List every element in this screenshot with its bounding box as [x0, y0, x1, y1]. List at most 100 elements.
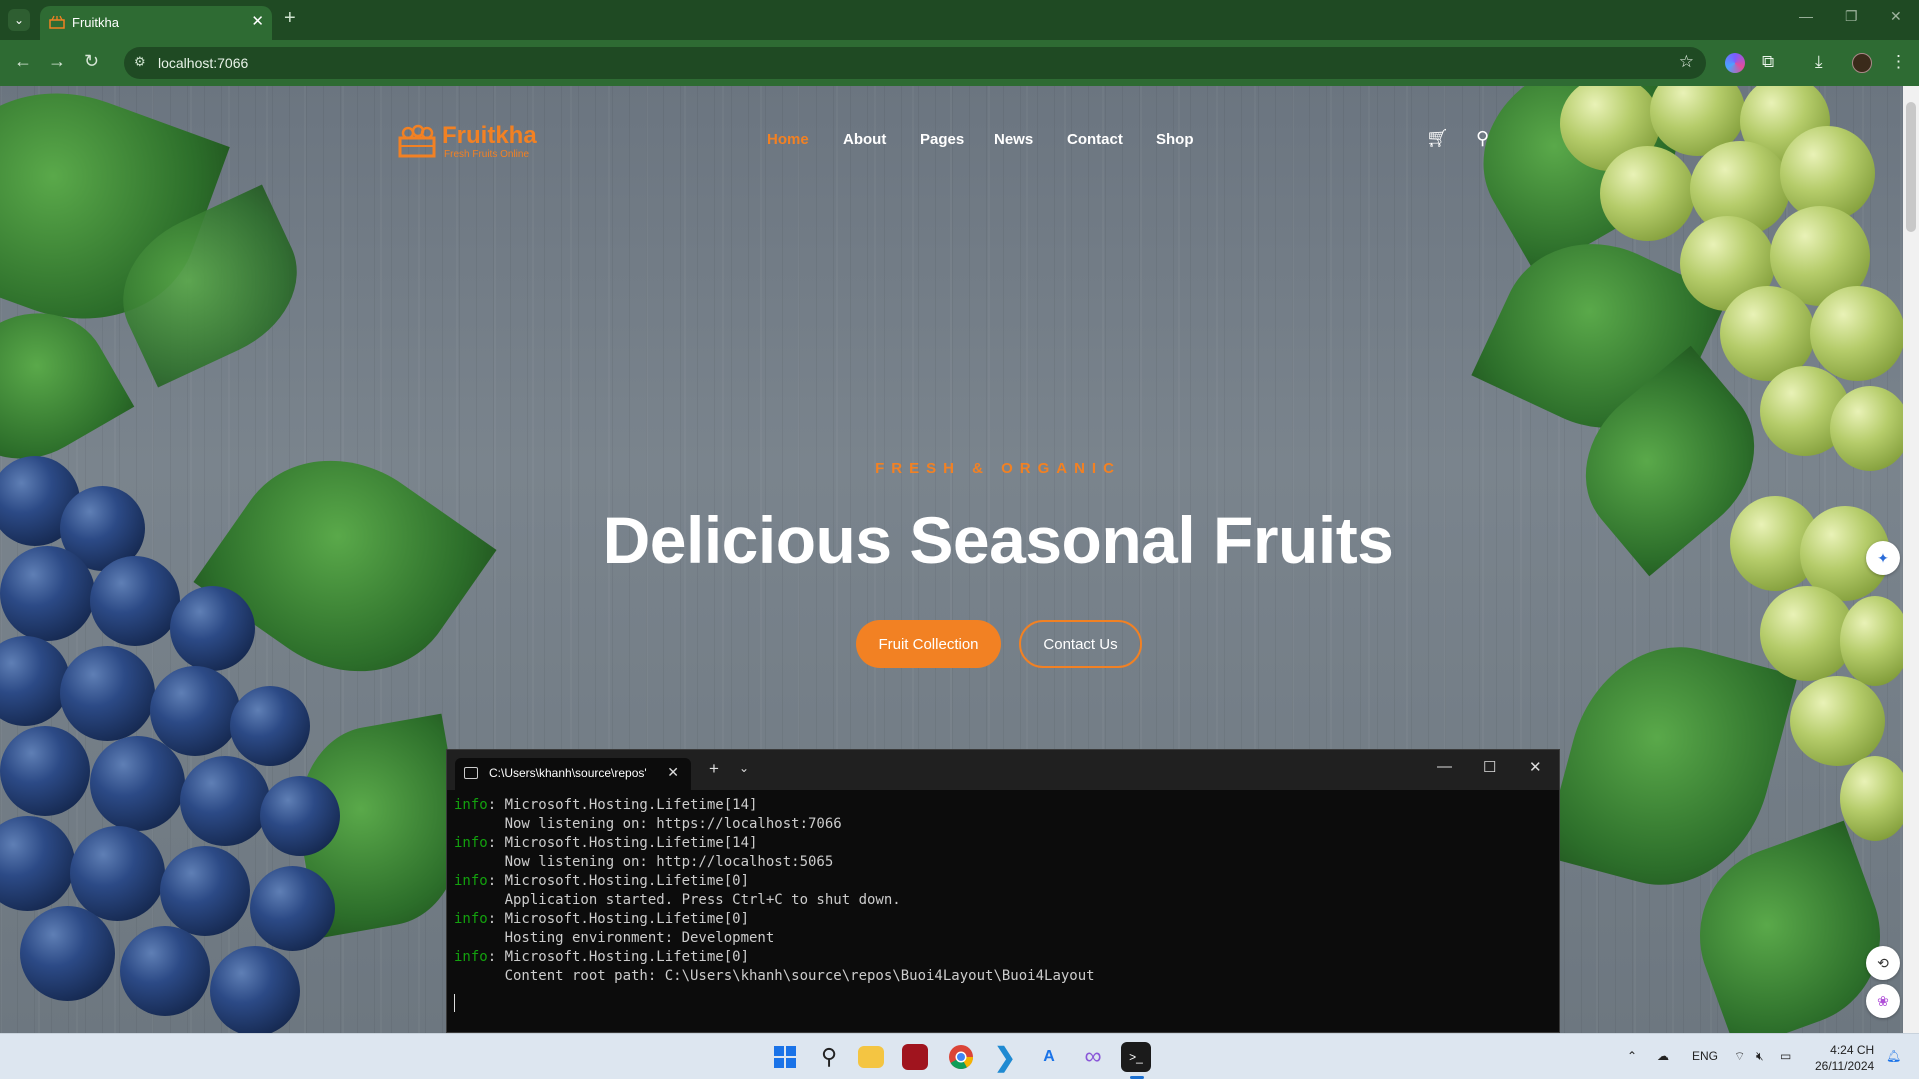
grape-decoration	[260, 776, 340, 856]
grape-decoration	[0, 816, 75, 911]
grape-decoration	[1600, 146, 1695, 241]
bookmark-star-icon[interactable]: ☆	[1679, 52, 1694, 72]
grape-decoration	[250, 866, 335, 951]
grape-decoration	[60, 646, 155, 741]
system-clock[interactable]: 4:24 CH 26/11/2024	[1815, 1042, 1874, 1074]
tab-title: Fruitkha	[72, 15, 119, 30]
menu-dots-icon[interactable]: ⋮	[1890, 52, 1907, 72]
terminal-title-bar: C:\Users\khanh\source\repos' ✕ + ⌄ — ☐ ✕	[447, 750, 1559, 790]
site-info-icon[interactable]: ⚙	[134, 54, 146, 70]
clock-date: 26/11/2024	[1815, 1059, 1875, 1073]
nav-pages[interactable]: Pages	[920, 131, 964, 148]
close-window-icon[interactable]: ✕	[1529, 758, 1542, 776]
fruit-collection-button[interactable]: Fruit Collection	[856, 620, 1001, 668]
profile-avatar[interactable]	[1852, 53, 1872, 73]
language-indicator[interactable]: ENG	[1692, 1049, 1718, 1063]
grape-decoration	[1840, 756, 1903, 841]
grape-decoration	[230, 686, 310, 766]
close-icon[interactable]: ✕	[667, 764, 679, 781]
terminal-window: C:\Users\khanh\source\repos' ✕ + ⌄ — ☐ ✕…	[446, 749, 1560, 1033]
site-logo[interactable]: Fruitkha Fresh Fruits Online	[398, 122, 543, 162]
browser-tab-bar: ⌄ Fruitkha ✕ + — ❐ ✕	[0, 0, 1919, 40]
tab-search-icon[interactable]: ⌄	[8, 9, 30, 31]
grape-decoration	[70, 826, 165, 921]
nav-shop[interactable]: Shop	[1156, 131, 1194, 148]
nav-news[interactable]: News	[994, 131, 1033, 148]
vscode-icon[interactable]: ❯	[990, 1042, 1020, 1072]
grape-decoration	[160, 846, 250, 936]
terminal-line: Application started. Press Ctrl+C to shu…	[454, 892, 901, 908]
minimize-icon[interactable]: —	[1437, 758, 1452, 775]
terminal-output[interactable]: info: Microsoft.Hosting.Lifetime[14] Now…	[454, 796, 1095, 1013]
terminal-line: info: Microsoft.Hosting.Lifetime[0]	[454, 911, 750, 927]
forward-arrow-icon[interactable]: →	[48, 51, 66, 72]
terminal-line: info: Microsoft.Hosting.Lifetime[14]	[454, 835, 758, 851]
close-window-icon[interactable]: ✕	[1890, 8, 1902, 25]
logo-name: Fruitkha	[442, 122, 537, 149]
grape-decoration	[1840, 596, 1903, 686]
terminal-line: Content root path: C:\Users\khanh\source…	[454, 968, 1095, 984]
page-scroll-thumb[interactable]	[1906, 102, 1916, 232]
search-icon[interactable]: ⚲	[814, 1042, 844, 1072]
extension-puzzle-icon[interactable]: ⧉	[1762, 52, 1774, 72]
grape-decoration	[1830, 386, 1903, 471]
grape-decoration	[90, 736, 185, 831]
logo-tagline: Fresh Fruits Online	[444, 149, 530, 160]
chevron-down-icon[interactable]: ⌄	[739, 761, 749, 775]
grape-decoration	[120, 926, 210, 1016]
terminal-line: Now listening on: http://localhost:5065	[454, 854, 834, 870]
wifi-icon[interactable]: ⌔	[1734, 1049, 1745, 1064]
volume-muted-icon[interactable]: 🔇︎	[1756, 1049, 1764, 1064]
clock-time: 4:24 CH	[1830, 1043, 1875, 1057]
address-bar[interactable]: ⚙ localhost:7066 ☆	[124, 47, 1706, 79]
tab-close-icon[interactable]: ✕	[251, 12, 264, 30]
cart-icon[interactable]: 🛒︎	[1426, 128, 1449, 149]
grape-decoration	[20, 906, 115, 1001]
maximize-icon[interactable]: ☐	[1483, 758, 1496, 776]
app-a-icon[interactable]: A	[1034, 1042, 1064, 1072]
chrome-icon[interactable]	[946, 1042, 976, 1072]
nav-contact[interactable]: Contact	[1067, 131, 1123, 148]
windows-start-icon[interactable]	[770, 1042, 800, 1072]
new-tab-icon[interactable]: +	[284, 7, 296, 30]
grape-decoration	[170, 586, 255, 671]
new-tab-icon[interactable]: +	[709, 759, 719, 779]
nav-about[interactable]: About	[843, 131, 886, 148]
terminal-icon[interactable]: >_	[1121, 1042, 1151, 1072]
restore-icon[interactable]: ❐	[1845, 8, 1858, 25]
grape-decoration	[150, 666, 240, 756]
hero-eyebrow: FRESH & ORGANIC	[875, 460, 1121, 477]
terminal-tab[interactable]: C:\Users\khanh\source\repos' ✕	[455, 758, 691, 790]
reload-icon[interactable]: ↻	[84, 51, 99, 72]
translate-icon[interactable]: ⟲	[1866, 946, 1900, 980]
terminal-line: info: Microsoft.Hosting.Lifetime[0]	[454, 873, 750, 889]
visual-studio-icon[interactable]: ∞	[1078, 1042, 1108, 1072]
terminal-tab-title: C:\Users\khanh\source\repos'	[489, 766, 647, 780]
chevron-up-icon[interactable]: ⌃	[1627, 1049, 1637, 1063]
browser-toolbar: ← → ↻ ⚙ localhost:7066 ☆ ⧉ ⤓ ⋮	[0, 40, 1919, 86]
app-red-icon[interactable]	[902, 1044, 928, 1070]
assistant-sparkle-icon[interactable]: ✦	[1866, 541, 1900, 575]
grape-decoration	[1810, 286, 1903, 381]
battery-icon[interactable]: ▭	[1780, 1049, 1791, 1063]
terminal-cursor	[454, 994, 455, 1012]
download-icon[interactable]: ⤓	[1815, 52, 1823, 72]
grape-decoration	[0, 726, 90, 816]
extension-icon[interactable]	[1725, 53, 1745, 73]
url-text[interactable]: localhost:7066	[158, 55, 248, 71]
minimize-icon[interactable]: —	[1799, 8, 1813, 24]
browser-tab[interactable]: Fruitkha ✕	[40, 6, 272, 40]
terminal-cursor-line	[454, 994, 1095, 1013]
file-explorer-icon[interactable]	[858, 1046, 884, 1068]
windows-taskbar: ⚲ ❯ A ∞ >_ ⌃ ☁ ENG ⌔ 🔇︎ ▭ 4:24 CH 26/11/…	[0, 1033, 1919, 1079]
terminal-tab-icon	[464, 767, 478, 779]
fruitkha-favicon-icon	[49, 15, 65, 29]
hero-title: Delicious Seasonal Fruits	[602, 503, 1394, 577]
back-arrow-icon[interactable]: ←	[14, 51, 32, 72]
search-icon[interactable]: ⚲	[1476, 128, 1489, 149]
copilot-icon[interactable]: ❀	[1866, 984, 1900, 1018]
onedrive-cloud-icon[interactable]: ☁	[1657, 1049, 1669, 1063]
contact-us-button[interactable]: Contact Us	[1019, 620, 1142, 668]
nav-home[interactable]: Home	[767, 131, 809, 148]
notification-bell-icon[interactable]: 🔔︎	[1886, 1049, 1901, 1063]
